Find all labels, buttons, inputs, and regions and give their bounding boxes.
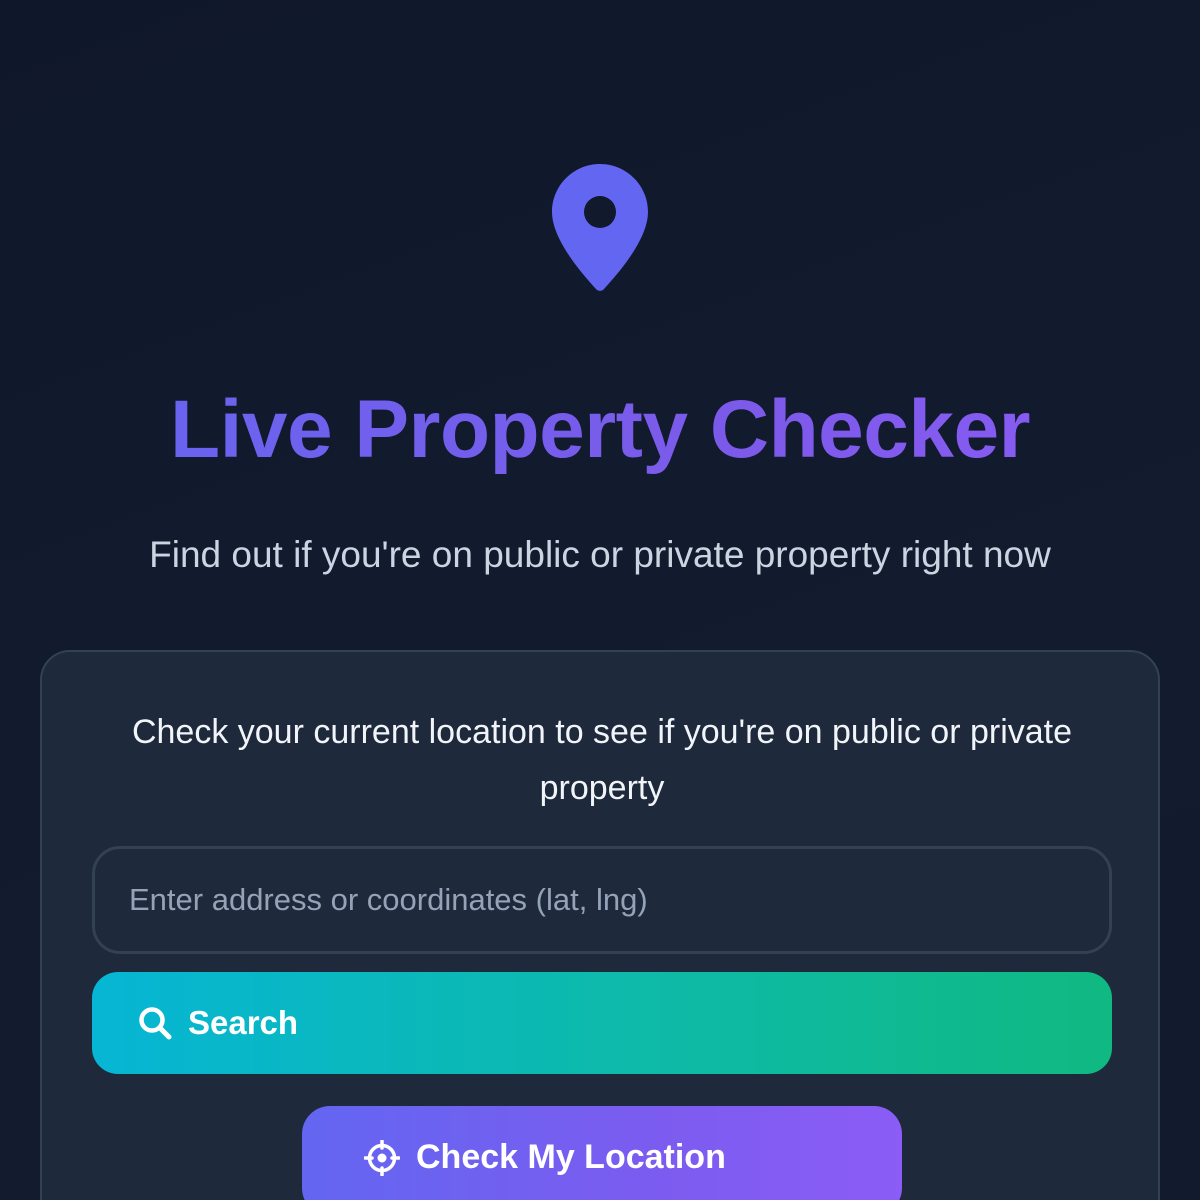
search-icon [138,1006,172,1040]
location-check-card: Check your current location to see if yo… [40,650,1160,1200]
address-search-input[interactable] [92,846,1112,954]
search-button-label: Search [188,1004,299,1041]
crosshair-icon [364,1140,400,1176]
page-subtitle: Find out if you're on public or private … [149,534,1051,575]
card-description: Check your current location to see if yo… [131,713,1073,807]
page-title: Live Property Checker [0,382,1200,478]
page: Live Property Checker Find out if you're… [0,0,1200,1200]
search-button[interactable]: Search [92,972,1112,1074]
check-my-location-button[interactable]: Check My Location [302,1106,902,1200]
check-location-button-label: Check My Location [416,1138,726,1176]
map-pin-icon [552,164,648,291]
